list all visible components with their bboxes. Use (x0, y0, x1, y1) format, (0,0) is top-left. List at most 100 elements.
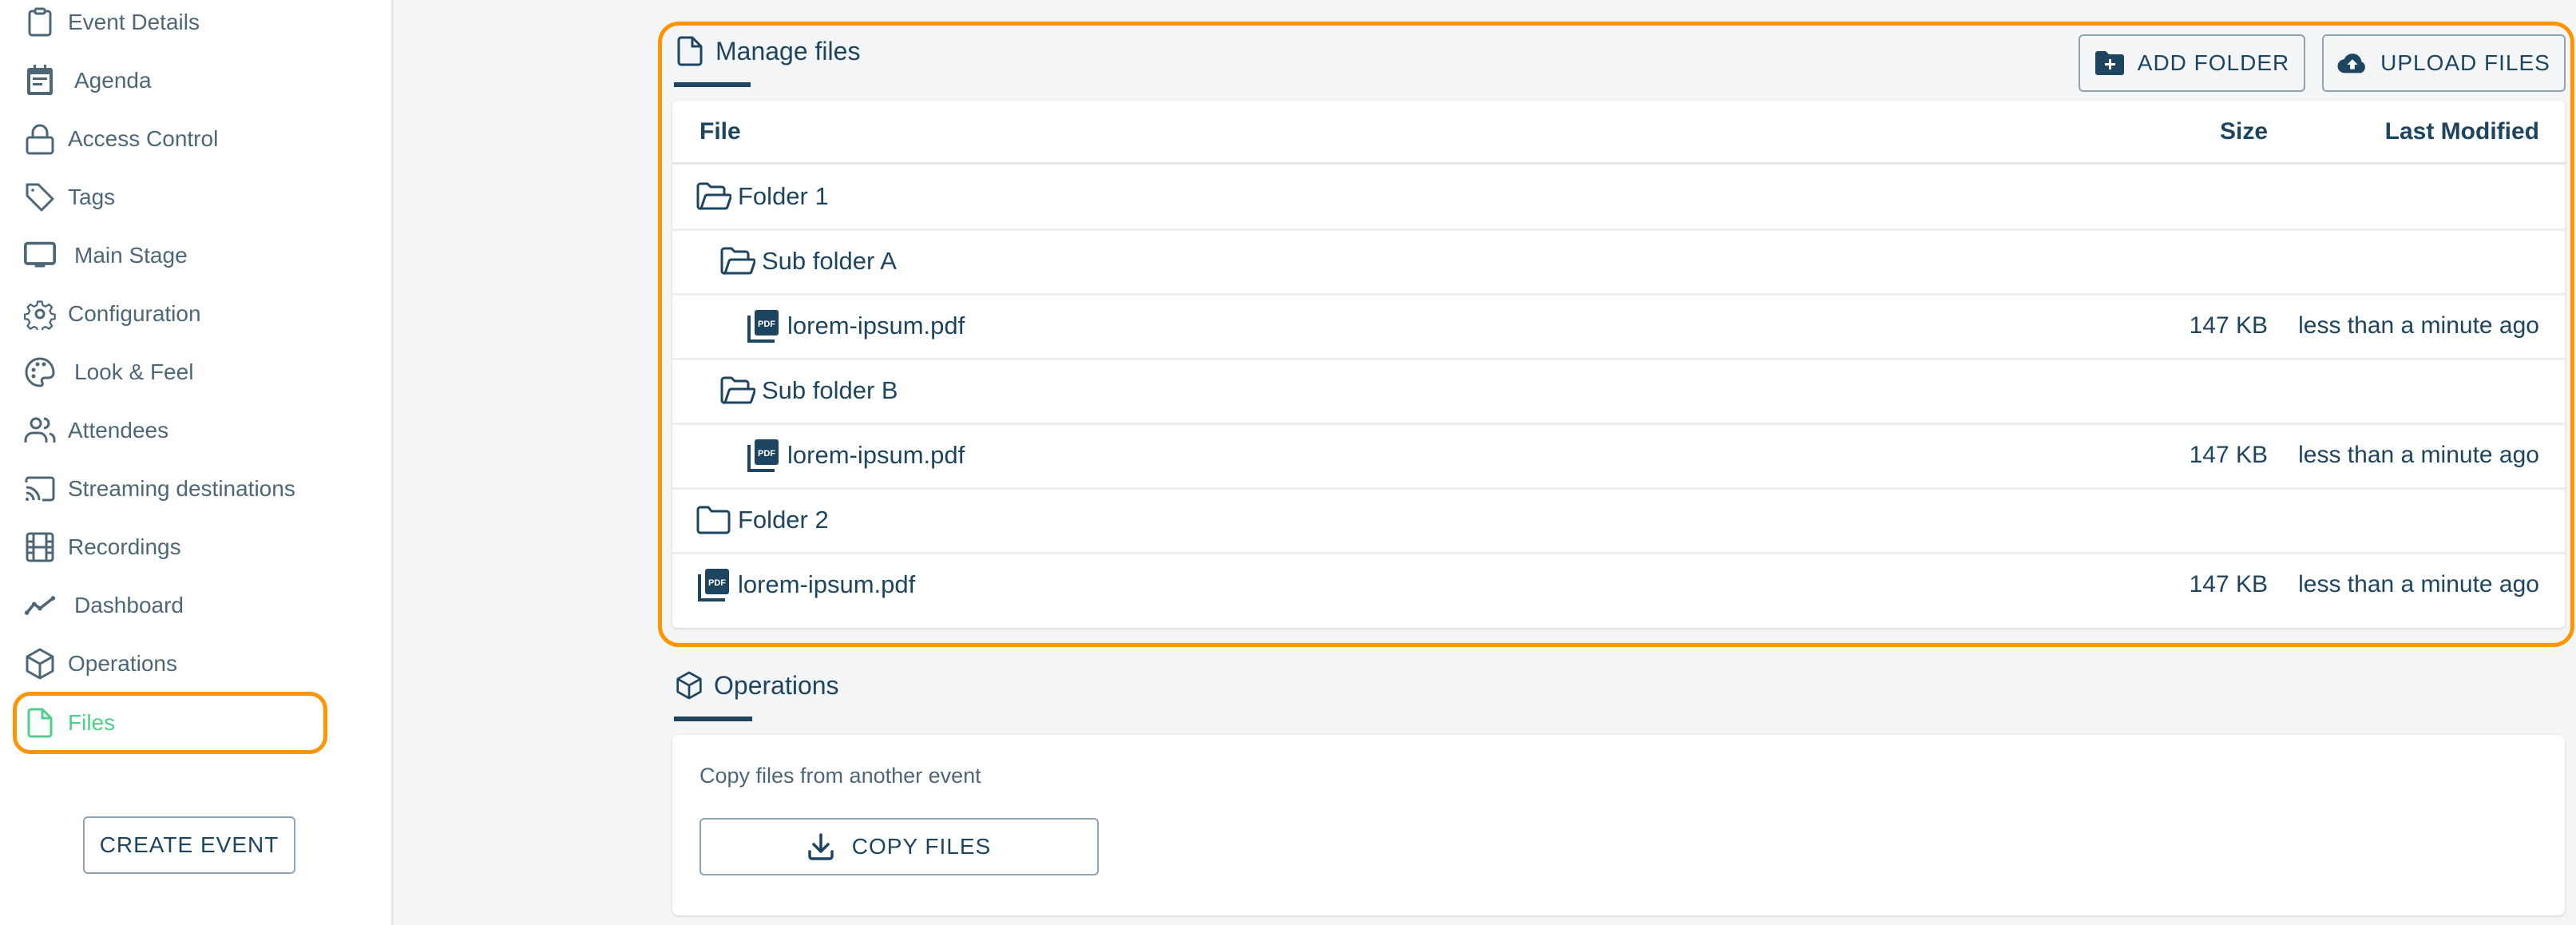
folder-plus-icon (2094, 50, 2125, 77)
file-icon (24, 707, 56, 739)
add-folder-button[interactable]: ADD FOLDER (2079, 34, 2305, 92)
sidebar-item-streaming-destinations[interactable]: Streaming destinations (13, 458, 327, 520)
folder-open-icon (720, 375, 755, 407)
manage-files-title: Manage files (677, 35, 860, 67)
file-name-cell: Folder 2 (696, 488, 829, 552)
sidebar-item-label: Access Control (68, 126, 219, 151)
section-title-text: Operations (714, 670, 839, 700)
lock-icon (24, 123, 56, 155)
section-title-text: Manage files (715, 36, 861, 66)
file-size: 147 KB (2189, 571, 2268, 597)
section-tab-underline (674, 717, 752, 721)
sidebar-item-label: Operations (68, 651, 177, 676)
sidebar-item-label: Main Stage (74, 243, 188, 268)
sidebar-item-attendees[interactable]: Attendees (13, 399, 327, 462)
clipboard-icon (24, 6, 56, 38)
column-header-size[interactable]: Size (2220, 118, 2268, 145)
palette-icon (24, 356, 56, 388)
file-icon (677, 35, 706, 67)
operations-description: Copy files from another event (699, 764, 981, 788)
sidebar: Event Details Agenda Access Control Tags… (0, 0, 394, 925)
file-name[interactable]: Sub folder A (762, 247, 897, 276)
chart-line-icon (24, 590, 56, 621)
sidebar-item-event-details[interactable]: Event Details (13, 0, 327, 54)
sidebar-item-label: Tags (68, 185, 116, 209)
folder-row[interactable]: Folder 2 (672, 488, 2565, 554)
folder-open-icon (696, 181, 731, 212)
file-name[interactable]: Sub folder B (762, 376, 898, 405)
operations-title: Operations (676, 669, 839, 701)
file-name[interactable]: lorem-ipsum.pdf (787, 441, 965, 470)
add-folder-label: ADD FOLDER (2137, 50, 2290, 75)
sidebar-item-label: Recordings (68, 534, 181, 559)
pdf-icon: PDF (746, 439, 781, 472)
sidebar-item-main-stage[interactable]: Main Stage (13, 224, 327, 287)
copy-files-label: COPY FILES (851, 834, 992, 859)
svg-text:PDF: PDF (758, 320, 775, 329)
sidebar-item-label: Attendees (68, 418, 169, 443)
cube-icon (24, 648, 56, 680)
section-tab-underline (674, 82, 751, 87)
column-header-last-modified[interactable]: Last Modified (2385, 118, 2539, 145)
create-event-button[interactable]: CREATE EVENT (83, 816, 295, 874)
copy-files-button[interactable]: COPY FILES (699, 818, 1099, 875)
file-name[interactable]: lorem-ipsum.pdf (787, 312, 965, 340)
table-header: File Size Last Modified (672, 101, 2565, 165)
files-table: File Size Last Modified Folder 1 Sub fold… (672, 101, 2565, 628)
file-row[interactable]: PDF lorem-ipsum.pdf 147 KB less than a minu… (672, 294, 2565, 360)
upload-files-label: UPLOAD FILES (2380, 50, 2550, 75)
monitor-icon (24, 240, 56, 272)
file-name-cell: PDF lorem-ipsum.pdf (746, 294, 965, 358)
pdf-icon: PDF (746, 310, 781, 343)
file-name-cell: Sub folder B (720, 359, 898, 423)
calendar-icon (24, 65, 56, 97)
sidebar-item-label: Streaming destinations (68, 476, 295, 501)
download-icon (807, 832, 836, 861)
sidebar-item-label: Event Details (68, 10, 200, 34)
sidebar-item-configuration[interactable]: Configuration (13, 283, 327, 345)
sidebar-item-label: Files (68, 710, 116, 735)
file-name[interactable]: lorem-ipsum.pdf (738, 570, 915, 599)
folder-row[interactable]: Folder 1 (672, 165, 2565, 231)
file-last-modified: less than a minute ago (2298, 571, 2539, 597)
file-name-cell: Folder 1 (696, 165, 829, 228)
file-size: 147 KB (2189, 312, 2268, 339)
cloud-upload-icon (2337, 50, 2368, 77)
folder-icon (696, 504, 731, 536)
sidebar-item-recordings[interactable]: Recordings (13, 516, 327, 578)
file-name[interactable]: Folder 2 (738, 506, 829, 534)
folder-open-icon (720, 245, 755, 277)
sidebar-item-label: Look & Feel (74, 359, 194, 384)
sidebar-item-agenda[interactable]: Agenda (13, 50, 327, 112)
upload-files-button[interactable]: UPLOAD FILES (2322, 34, 2566, 92)
sidebar-item-label: Dashboard (74, 593, 184, 617)
sidebar-item-operations[interactable]: Operations (13, 633, 327, 695)
file-name-cell: PDF lorem-ipsum.pdf (746, 423, 965, 487)
users-icon (24, 415, 56, 447)
sidebar-item-access-control[interactable]: Access Control (13, 108, 327, 170)
sidebar-item-label: Configuration (68, 301, 201, 326)
gear-icon (24, 298, 56, 330)
svg-text:PDF: PDF (708, 578, 726, 588)
sidebar-item-files[interactable]: Files (13, 692, 327, 754)
file-row[interactable]: PDF lorem-ipsum.pdf 147 KB less than a minu… (672, 553, 2565, 619)
tag-icon (24, 181, 56, 213)
cast-icon (24, 473, 56, 505)
svg-text:PDF: PDF (758, 449, 775, 459)
sidebar-item-dashboard[interactable]: Dashboard (13, 574, 327, 637)
file-name-cell: Sub folder A (720, 229, 897, 293)
file-name-cell: PDF lorem-ipsum.pdf (696, 553, 915, 617)
pdf-icon: PDF (696, 569, 731, 601)
sidebar-item-label: Agenda (74, 68, 152, 93)
file-size: 147 KB (2189, 442, 2268, 468)
column-header-file[interactable]: File (699, 118, 741, 145)
file-row[interactable]: PDF lorem-ipsum.pdf 147 KB less than a minu… (672, 423, 2565, 490)
cube-icon (676, 669, 704, 701)
sidebar-item-look-and-feel[interactable]: Look & Feel (13, 341, 327, 403)
folder-row[interactable]: Sub folder A (672, 229, 2565, 296)
film-icon (24, 531, 56, 563)
sidebar-item-tags[interactable]: Tags (13, 166, 327, 228)
folder-row[interactable]: Sub folder B (672, 359, 2565, 425)
file-last-modified: less than a minute ago (2298, 312, 2539, 339)
file-name[interactable]: Folder 1 (738, 182, 829, 211)
